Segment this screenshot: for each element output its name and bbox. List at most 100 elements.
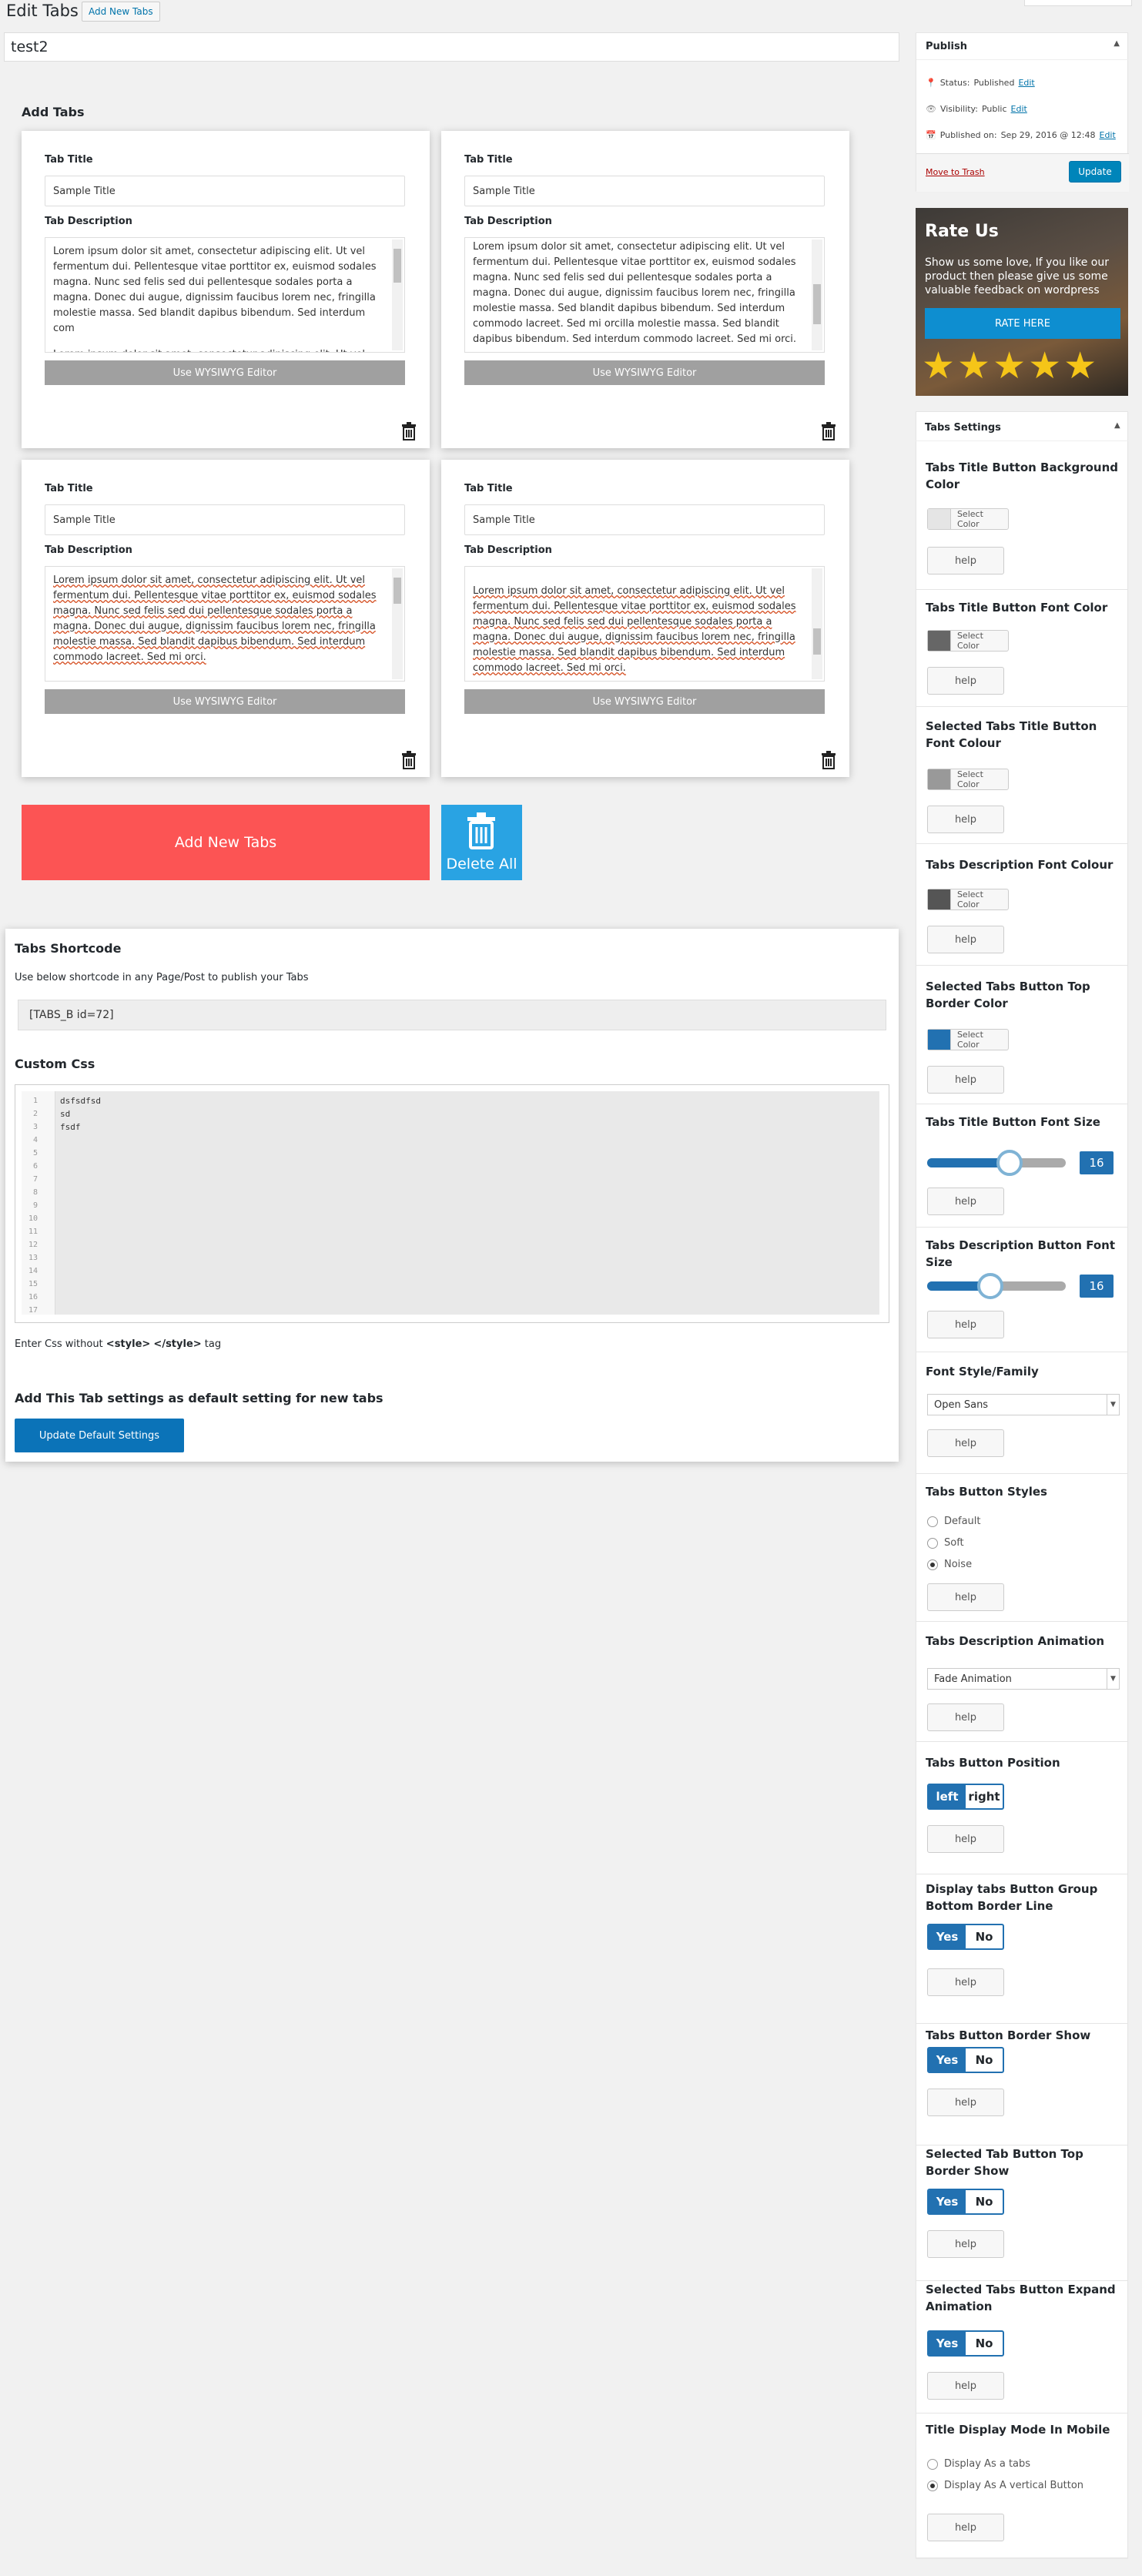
desc-font-size-value[interactable]: 16 (1080, 1275, 1114, 1298)
line-number: 6 (32, 1162, 38, 1171)
position-right[interactable]: right (966, 1785, 1003, 1808)
tab-title-input[interactable]: Sample Title (464, 176, 825, 206)
move-to-trash-link[interactable]: Move to Trash (926, 167, 985, 177)
wysiwyg-button[interactable]: Use WYSIWYG Editor (464, 360, 825, 385)
button-position-toggle[interactable]: left right (927, 1784, 1004, 1810)
expand-animation-toggle[interactable]: Yes No (927, 2330, 1004, 2357)
trash-icon[interactable] (400, 751, 417, 769)
scrollbar[interactable] (812, 568, 822, 679)
setting-mobile-mode: Title Display Mode In Mobile Display As … (916, 2414, 1128, 2558)
rate-us-text: Show us some love, If you like our produ… (925, 256, 1109, 296)
mobile-option-vertical[interactable]: Display As A vertical Button (927, 2480, 1083, 2491)
star-icon[interactable]: ★ (1063, 347, 1097, 385)
star-icon[interactable]: ★ (1028, 347, 1061, 385)
scrollbar-thumb[interactable] (813, 628, 821, 655)
color-picker[interactable]: Select Color (927, 508, 1009, 530)
help-button[interactable]: help (927, 2372, 1004, 2400)
css-code-area[interactable]: dsfsdfsd sd fsdf (55, 1091, 879, 1315)
help-button[interactable]: help (927, 667, 1004, 695)
add-new-button[interactable]: Add New Tabs (82, 2, 160, 22)
desc-font-size-slider[interactable] (927, 1273, 1066, 1299)
trash-icon[interactable] (400, 422, 417, 440)
wysiwyg-button[interactable]: Use WYSIWYG Editor (45, 689, 405, 714)
toggle-yes[interactable]: Yes (929, 2190, 966, 2213)
help-button[interactable]: help (927, 1968, 1004, 1996)
tab-title-input[interactable]: Sample Title (45, 504, 405, 535)
mobile-option-tabs[interactable]: Display As a tabs (927, 2458, 1030, 2470)
edit-status-link[interactable]: Edit (1018, 78, 1034, 88)
position-left[interactable]: left (929, 1785, 966, 1808)
delete-all-button[interactable]: Delete All (441, 805, 522, 880)
shortcode-field[interactable]: [TABS_B id=72] (18, 1000, 886, 1030)
help-button[interactable]: help (927, 1066, 1004, 1094)
color-picker[interactable]: Select Color (927, 889, 1009, 910)
trash-icon[interactable] (820, 751, 837, 769)
style-option-default[interactable]: Default (927, 1516, 981, 1527)
star-icon[interactable]: ★ (922, 347, 955, 385)
toggle-no[interactable]: No (966, 2332, 1003, 2355)
help-button[interactable]: help (927, 1583, 1004, 1611)
trash-icon[interactable] (820, 422, 837, 440)
toggle-yes[interactable]: Yes (929, 2332, 966, 2355)
wysiwyg-button[interactable]: Use WYSIWYG Editor (464, 689, 825, 714)
toggle-no[interactable]: No (966, 1925, 1003, 1948)
color-picker[interactable]: Select Color (927, 630, 1009, 652)
help-button[interactable]: help (927, 806, 1004, 833)
css-editor[interactable]: 1 2 3 4 5 6 7 8 9 10 11 12 13 14 15 16 17 dsfsdfsd sd fsdf (15, 1084, 889, 1323)
setting-label: Tabs Title Button Background Color (926, 461, 1119, 491)
desc-animation-select[interactable]: Fade Animation ▼ (927, 1668, 1120, 1690)
selected-top-border-toggle[interactable]: Yes No (927, 2189, 1004, 2215)
setting-expand-animation: Selected Tabs Button Expand Animation Ye… (916, 2281, 1128, 2414)
tab-title-input[interactable]: Sample Title (464, 504, 825, 535)
toggle-yes[interactable]: Yes (929, 1925, 966, 1948)
help-button[interactable]: help (927, 1188, 1004, 1215)
title-font-size-value[interactable]: 16 (1080, 1151, 1114, 1174)
style-option-soft[interactable]: Soft (927, 1537, 964, 1549)
help-button[interactable]: help (927, 547, 1004, 574)
title-font-size-slider[interactable] (927, 1150, 1066, 1176)
update-button[interactable]: Update (1069, 161, 1121, 183)
group-border-toggle[interactable]: Yes No (927, 1924, 1004, 1950)
font-family-select[interactable]: Open Sans ▼ (927, 1394, 1120, 1415)
add-new-tabs-button[interactable]: Add New Tabs (22, 805, 430, 880)
help-button[interactable]: help (927, 1825, 1004, 1853)
help-button[interactable]: help (927, 1429, 1004, 1457)
edit-date-link[interactable]: Edit (1100, 130, 1116, 140)
tab-title-input[interactable]: Sample Title (45, 176, 405, 206)
star-icon[interactable]: ★ (957, 347, 990, 385)
scrollbar-thumb[interactable] (394, 578, 401, 604)
help-button[interactable]: help (927, 1311, 1004, 1338)
caret-up-icon[interactable]: ▲ (1114, 421, 1120, 430)
tab-description-textarea[interactable]: Lorem ipsum dolor sit amet, consectetur … (45, 237, 405, 353)
rate-here-button[interactable]: RATE HERE (925, 308, 1120, 339)
toggle-yes[interactable]: Yes (929, 2048, 966, 2072)
toggle-no[interactable]: No (966, 2190, 1003, 2213)
star-rating[interactable]: ★ ★ ★ ★ ★ (922, 347, 1097, 385)
help-button[interactable]: help (927, 2230, 1004, 2258)
color-picker[interactable]: Select Color (927, 769, 1009, 790)
scrollbar-thumb[interactable] (394, 249, 401, 283)
tab-description-textarea[interactable]: Lorem ipsum dolor sit amet, consectetur … (464, 566, 825, 682)
screen-options-tab[interactable] (1024, 0, 1132, 6)
border-show-toggle[interactable]: Yes No (927, 2047, 1004, 2073)
help-button[interactable]: help (927, 926, 1004, 953)
update-default-settings-button[interactable]: Update Default Settings (15, 1419, 184, 1452)
scrollbar-thumb[interactable] (813, 284, 821, 324)
wysiwyg-button[interactable]: Use WYSIWYG Editor (45, 360, 405, 385)
page-title: Edit Tabs (6, 2, 79, 20)
tab-description-textarea[interactable]: Lorem ipsum dolor sit amet, consectetur … (45, 566, 405, 682)
star-icon[interactable]: ★ (993, 347, 1026, 385)
help-button[interactable]: help (927, 1703, 1004, 1731)
style-option-noise[interactable]: Noise (927, 1559, 972, 1570)
tab-description-textarea[interactable]: Lorem ipsum dolor sit amet, consectetur … (464, 237, 825, 353)
toggle-no[interactable]: No (966, 2048, 1003, 2072)
post-title-input[interactable]: test2 (4, 32, 899, 62)
help-button[interactable]: help (927, 2089, 1004, 2116)
color-picker[interactable]: Select Color (927, 1029, 1009, 1050)
tab-description-text: Lorem ipsum dolor sit amet, consectetur … (473, 241, 797, 345)
caret-up-icon[interactable]: ▲ (1114, 39, 1120, 48)
slider-handle[interactable] (977, 1273, 1003, 1299)
help-button[interactable]: help (927, 2514, 1004, 2541)
edit-visibility-link[interactable]: Edit (1011, 104, 1027, 114)
slider-handle[interactable] (996, 1150, 1023, 1176)
